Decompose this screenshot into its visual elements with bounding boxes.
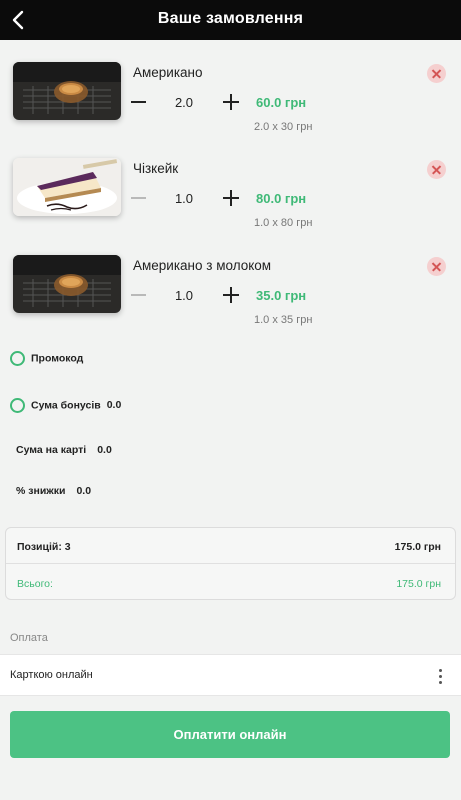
item-name: Чізкейк (133, 161, 179, 176)
item-image-americano-milk (13, 255, 121, 313)
card-balance-label: Сума на карті (16, 444, 87, 456)
positions-amount: 175.0 грн (394, 541, 441, 553)
item-quantity: 2.0 (174, 95, 194, 110)
bonus-label: Сума бонусів (31, 399, 101, 412)
pay-online-button[interactable]: Оплатити онлайн (10, 711, 450, 758)
increase-quantity-button[interactable] (222, 189, 240, 207)
total-row: Всього: 175.0 грн (6, 565, 455, 601)
top-bar: Ваше замовлення (0, 0, 461, 40)
bonus-option: Сума бонусів 0.0 (10, 398, 121, 413)
item-price: 60.0 грн (256, 95, 307, 110)
item-price-calculation: 2.0 x 30 грн (254, 121, 313, 133)
item-image-americano (13, 62, 121, 120)
payment-method-selector[interactable]: Карткою онлайн (0, 654, 461, 696)
payment-method: Карткою онлайн (10, 669, 93, 681)
cart-item: Американо з молоком 1.0 35.0 грн 1.0 x 3… (0, 255, 461, 345)
promo-radio[interactable] (10, 351, 25, 366)
increase-quantity-button[interactable] (222, 286, 240, 304)
more-options-icon[interactable] (433, 667, 447, 685)
page-title: Ваше замовлення (157, 10, 304, 27)
item-price-calculation: 1.0 x 35 грн (254, 314, 313, 326)
bonus-value: 0.0 (106, 399, 122, 412)
item-price: 35.0 грн (256, 288, 307, 303)
remove-item-icon[interactable] (427, 160, 446, 179)
cart-item: Чізкейк 1.0 80.0 грн 1.0 x 80 грн (0, 158, 461, 248)
remove-item-icon[interactable] (427, 64, 446, 83)
item-price-calculation: 1.0 x 80 грн (254, 217, 313, 229)
bonus-radio[interactable] (10, 398, 25, 413)
decrease-quantity-button[interactable] (130, 94, 148, 110)
item-image-cheesecake (13, 158, 121, 216)
item-quantity: 1.0 (174, 191, 194, 206)
increase-quantity-button[interactable] (222, 93, 240, 111)
positions-label: Позицій: 3 (17, 541, 71, 553)
decrease-quantity-button[interactable] (130, 190, 148, 206)
remove-item-icon[interactable] (427, 257, 446, 276)
card-balance-value: 0.0 (97, 444, 112, 456)
cart-item: Американо 2.0 60.0 грн 2.0 x 30 грн (0, 62, 461, 152)
card-balance-row: Сума на карті 0.0 (16, 444, 112, 456)
promo-option: Промокод (10, 351, 83, 366)
order-summary: Позицій: 3 175.0 грн Всього: 175.0 грн (5, 527, 456, 600)
item-price: 80.0 грн (256, 191, 307, 206)
discount-row: % знижки 0.0 (16, 485, 91, 497)
item-name: Американо (133, 65, 203, 80)
item-quantity: 1.0 (174, 288, 194, 303)
positions-row: Позицій: 3 175.0 грн (6, 528, 455, 564)
total-amount: 175.0 грн (396, 578, 441, 590)
decrease-quantity-button[interactable] (130, 287, 148, 303)
payment-section-label: Оплата (10, 632, 48, 644)
discount-label: % знижки (16, 485, 66, 497)
promo-label: Промокод (31, 352, 84, 365)
total-label: Всього: (17, 578, 53, 590)
item-name: Американо з молоком (133, 258, 272, 273)
discount-value: 0.0 (76, 485, 92, 497)
